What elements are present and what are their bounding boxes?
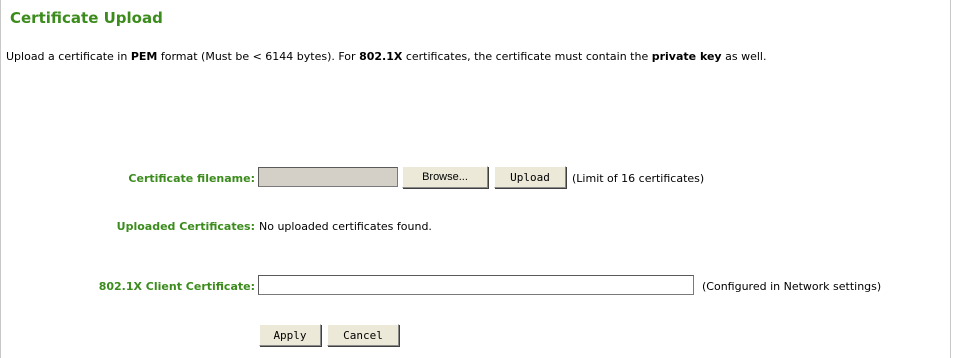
description-text-1: Upload a certificate in	[6, 50, 131, 63]
description-text-2: format (Must be < 6144 bytes). For	[157, 50, 360, 63]
certificate-filename-field[interactable]	[258, 167, 398, 187]
browse-button[interactable]: Browse...	[402, 166, 488, 188]
client-certificate-note: (Configured in Network settings)	[702, 280, 882, 293]
description-text-3: certificates, the certificate must conta…	[402, 50, 652, 63]
certificate-filename-label: Certificate filename:	[128, 172, 255, 185]
certificate-limit-note: (Limit of 16 certificates)	[572, 172, 705, 185]
client-certificate-input[interactable]	[258, 275, 694, 295]
description-private-key: private key	[651, 50, 722, 63]
left-border	[0, 0, 1, 358]
description-text-4: as well.	[721, 50, 767, 63]
uploaded-certificates-label: Uploaded Certificates:	[116, 220, 255, 233]
right-border	[950, 0, 951, 358]
description: Upload a certificate in PEM format (Must…	[6, 50, 766, 63]
cancel-button[interactable]: Cancel	[327, 324, 399, 346]
client-certificate-label: 802.1X Client Certificate:	[98, 280, 255, 293]
page-title: Certificate Upload	[10, 9, 163, 27]
description-dot1x: 802.1X	[359, 50, 403, 63]
upload-button[interactable]: Upload	[494, 166, 566, 188]
description-pem: PEM	[130, 50, 158, 63]
apply-button[interactable]: Apply	[259, 324, 321, 346]
uploaded-certificates-value: No uploaded certificates found.	[259, 220, 432, 233]
